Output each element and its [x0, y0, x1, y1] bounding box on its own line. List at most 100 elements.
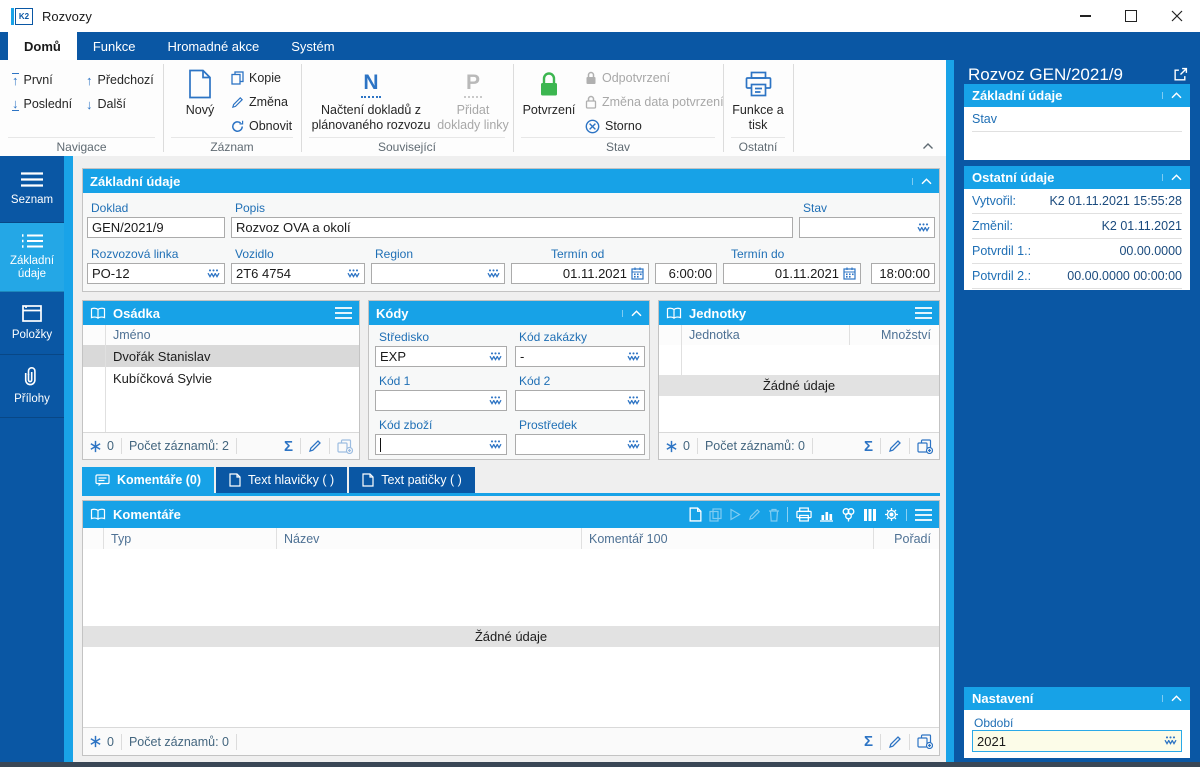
next-button[interactable]: ↓ Další — [86, 94, 126, 114]
dropdown-icon[interactable] — [489, 439, 502, 450]
kod-zakazky-combo[interactable]: - — [515, 346, 645, 367]
column-header-poradi[interactable]: Pořadí — [881, 532, 939, 546]
termin-do-time-field[interactable]: 18:00:00 — [871, 263, 935, 284]
linka-combo[interactable]: PO-12 — [87, 263, 225, 284]
sidebar-item-zakladni-udaje[interactable]: Základní údaje — [0, 223, 64, 292]
last-button[interactable]: ↓ Poslední — [12, 94, 72, 114]
dropdown-icon[interactable] — [489, 351, 502, 362]
collapse-card-button[interactable] — [1162, 695, 1182, 702]
new-document-icon[interactable] — [689, 507, 702, 522]
tab-text-paticky[interactable]: Text patičky ( ) — [349, 467, 475, 493]
obdobi-combo[interactable]: 2021 — [972, 730, 1182, 752]
dropdown-icon[interactable] — [347, 268, 360, 279]
column-header-jmeno[interactable]: Jméno — [83, 328, 151, 342]
tab-text-hlavicky[interactable]: Text hlavičky ( ) — [216, 467, 348, 493]
dropdown-icon[interactable] — [489, 395, 502, 406]
copy-add-button[interactable] — [337, 438, 353, 454]
column-header-nazev[interactable]: Název — [284, 532, 589, 546]
tab-funkce[interactable]: Funkce — [77, 32, 152, 60]
edit-button[interactable] — [888, 439, 902, 453]
tab-system[interactable]: Systém — [275, 32, 350, 60]
collapse-card-button[interactable] — [1162, 174, 1182, 181]
panel-menu-icon[interactable] — [915, 307, 932, 319]
column-header-typ[interactable]: Typ — [111, 532, 284, 546]
change-confirm-date-button[interactable]: Změna data potvrzení — [585, 92, 724, 112]
termin-od-time-field[interactable]: 6:00:00 — [655, 263, 717, 284]
unconfirm-button[interactable]: Odpotvrzení — [585, 68, 670, 88]
sum-button[interactable]: Σ — [864, 733, 873, 750]
open-in-window-button[interactable] — [1173, 67, 1188, 82]
column-header-komentar[interactable]: Komentář 100 — [589, 532, 881, 546]
kod1-combo[interactable] — [375, 390, 507, 411]
letter-p-icon: P — [463, 71, 482, 98]
copy-button[interactable]: Kopie — [231, 68, 281, 88]
panel-menu-icon[interactable] — [335, 307, 352, 319]
calendar-icon[interactable] — [631, 267, 644, 280]
dropdown-icon[interactable] — [487, 268, 500, 279]
pivot-clover-icon[interactable] — [841, 507, 856, 522]
dropdown-icon[interactable] — [627, 439, 640, 450]
copy-add-button[interactable] — [917, 438, 933, 454]
confirm-button[interactable]: Potvrzení — [518, 65, 580, 118]
delete-icon[interactable] — [768, 508, 780, 522]
minimize-button[interactable] — [1062, 0, 1108, 32]
new-button[interactable]: Nový — [176, 65, 224, 118]
calendar-icon[interactable] — [843, 267, 856, 280]
add-line-docs-button[interactable]: P Přidat doklady linky — [437, 65, 509, 133]
termin-do-date-field[interactable]: 01.11.2021 — [723, 263, 861, 284]
tab-domu[interactable]: Domů — [8, 32, 77, 60]
pencil-icon[interactable] — [748, 508, 761, 521]
panel-menu-icon[interactable] — [915, 508, 932, 521]
tab-komentare[interactable]: Komentáře (0) — [82, 467, 215, 493]
columns-icon[interactable] — [863, 508, 877, 522]
edit-button[interactable] — [888, 735, 902, 749]
edit-button[interactable] — [308, 439, 322, 453]
refresh-button[interactable]: Obnovit — [231, 116, 292, 136]
dropdown-icon[interactable] — [917, 222, 930, 233]
column-header-jednotka[interactable]: Jednotka — [659, 328, 881, 342]
table-row[interactable]: Kubíčková Sylvie — [83, 367, 359, 390]
settings-gear-icon[interactable] — [884, 507, 899, 522]
table-row[interactable]: Dvořák Stanislav — [83, 345, 359, 368]
collapse-card-button[interactable] — [1162, 92, 1182, 99]
vozidlo-combo[interactable]: 2T6 4754 — [231, 263, 365, 284]
external-link-icon — [1174, 67, 1188, 81]
collapse-panel-button[interactable] — [912, 177, 932, 185]
popis-field[interactable]: Rozvoz OVA a okolí — [231, 217, 793, 238]
tab-hromadne-akce[interactable]: Hromadné akce — [151, 32, 275, 60]
prostredek-combo[interactable] — [515, 434, 645, 455]
stredisko-combo[interactable]: EXP — [375, 346, 507, 367]
collapse-ribbon-button[interactable] — [922, 142, 934, 150]
termin-od-date-field[interactable]: 01.11.2021 — [511, 263, 649, 284]
copy-icon[interactable] — [709, 507, 722, 522]
edit-button[interactable]: Změna — [231, 92, 288, 112]
previous-button[interactable]: ↑ Předchozí — [86, 70, 154, 90]
dropdown-icon[interactable] — [1164, 736, 1177, 746]
sidebar-item-prilohy[interactable]: Přílohy — [0, 355, 64, 418]
first-button[interactable]: ↑ První — [12, 70, 53, 90]
sum-button[interactable]: Σ — [864, 438, 873, 455]
column-header-mnozstvi[interactable]: Množství — [881, 328, 939, 342]
stav-combo[interactable] — [799, 217, 935, 238]
collapse-panel-button[interactable] — [622, 309, 642, 317]
chart-icon[interactable] — [819, 508, 834, 522]
doklad-field[interactable]: GEN/2021/9 — [87, 217, 225, 238]
record-title: Rozvoz GEN/2021/9 — [968, 65, 1123, 84]
dropdown-icon[interactable] — [207, 268, 220, 279]
sum-button[interactable]: Σ — [284, 438, 293, 455]
dropdown-icon[interactable] — [627, 395, 640, 406]
close-button[interactable] — [1154, 0, 1200, 32]
region-combo[interactable] — [371, 263, 505, 284]
maximize-button[interactable] — [1108, 0, 1154, 32]
functions-print-button[interactable]: Funkce a tisk — [726, 65, 790, 133]
load-planned-delivery-docs-button[interactable]: N Načtení dokladů z plánovaného rozvozu — [307, 65, 435, 133]
print-icon[interactable] — [796, 507, 812, 522]
dropdown-icon[interactable] — [627, 351, 640, 362]
copy-add-button[interactable] — [917, 734, 933, 749]
run-icon[interactable] — [729, 508, 741, 521]
sidebar-item-polozky[interactable]: Položky — [0, 292, 64, 355]
kod2-combo[interactable] — [515, 390, 645, 411]
storno-button[interactable]: Storno — [585, 116, 642, 136]
kod-zbozi-combo[interactable] — [375, 434, 507, 455]
sidebar-item-seznam[interactable]: Seznam — [0, 156, 64, 223]
